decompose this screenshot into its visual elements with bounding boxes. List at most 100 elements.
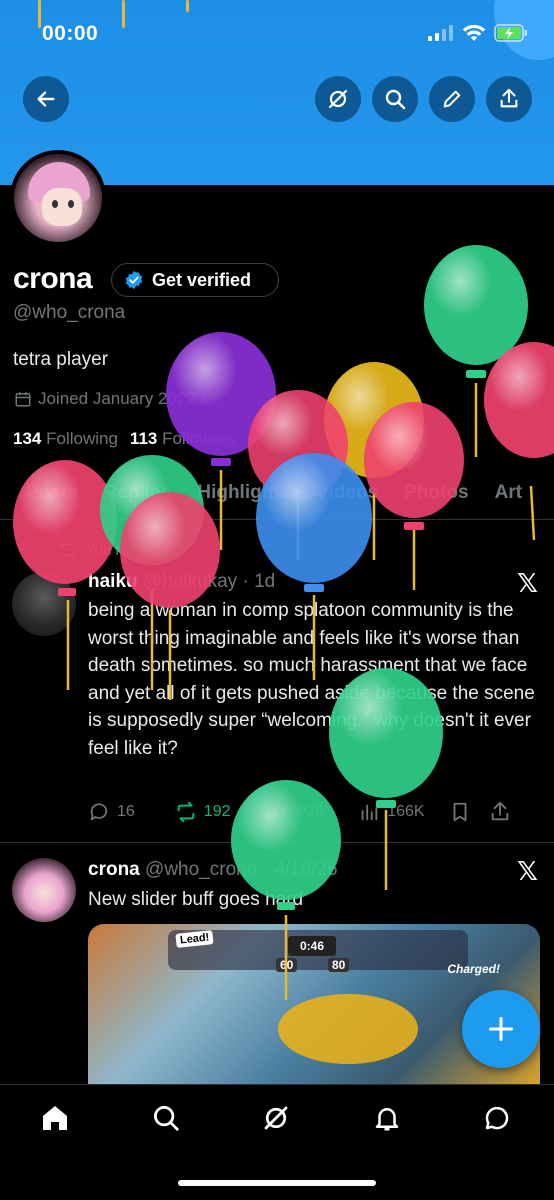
balloon-green bbox=[424, 245, 528, 457]
post-author-name[interactable]: crona bbox=[88, 859, 140, 880]
grok-icon bbox=[328, 89, 348, 109]
view-count: 166K bbox=[387, 803, 425, 820]
post-author-handle[interactable]: @who_crona bbox=[145, 859, 257, 880]
repost-indicator: You reposted bbox=[58, 541, 174, 559]
repost-icon bbox=[60, 541, 74, 559]
profile-avatar[interactable] bbox=[10, 150, 106, 246]
tab-videos[interactable]: Videos bbox=[316, 470, 378, 519]
verified-badge-icon bbox=[125, 270, 143, 290]
post-time: · 4/19/26 bbox=[262, 859, 338, 880]
nav-search[interactable] bbox=[149, 1101, 183, 1135]
joined-date: Joined January 2022 › bbox=[14, 389, 208, 409]
home-indicator bbox=[178, 1180, 376, 1186]
nav-grok[interactable] bbox=[259, 1101, 293, 1135]
post-actions: 16 192 926 166K bbox=[88, 798, 540, 826]
back-button[interactable] bbox=[23, 76, 69, 122]
share-icon bbox=[491, 801, 508, 821]
share-icon bbox=[500, 88, 518, 108]
avatar-eye bbox=[52, 200, 58, 208]
wifi-icon bbox=[462, 24, 486, 41]
nav-messages[interactable] bbox=[480, 1101, 514, 1135]
game-timer: 0:46 bbox=[288, 936, 336, 956]
repost-button[interactable]: 192 bbox=[175, 801, 231, 823]
tab-posts[interactable]: Posts bbox=[26, 470, 78, 519]
following-label: Following bbox=[46, 429, 118, 448]
views-button[interactable]: 166K bbox=[358, 801, 425, 823]
balloon-string-decoration bbox=[186, 0, 189, 12]
followers-count: 113 bbox=[129, 429, 158, 448]
status-icons bbox=[428, 24, 528, 42]
reply-icon bbox=[90, 803, 108, 821]
post-author-handle[interactable]: @haikukay bbox=[143, 571, 237, 592]
follow-stats: 134 Following 113 Followers bbox=[13, 429, 235, 449]
tab-photos[interactable]: Photos bbox=[404, 470, 468, 519]
signal-icon bbox=[428, 25, 453, 41]
home-icon bbox=[43, 1106, 67, 1130]
score-left: 60 bbox=[276, 958, 298, 972]
post-text: being a woman in comp splatoon community… bbox=[88, 600, 535, 759]
tab-highlights[interactable]: Highlights bbox=[197, 470, 290, 519]
bookmark-button[interactable] bbox=[449, 801, 471, 823]
followers-link[interactable]: 113 Followers bbox=[130, 429, 235, 449]
post-header: crona @who_crona · 4/19/26 bbox=[88, 859, 338, 881]
post-time: · 1d bbox=[242, 571, 276, 592]
get-verified-label: Get verified bbox=[152, 269, 252, 290]
profile-bio: tetra player bbox=[13, 349, 109, 370]
reply-count: 16 bbox=[117, 803, 135, 820]
arrow-left-icon bbox=[37, 91, 55, 107]
following-count: 134 bbox=[13, 429, 42, 448]
share-button[interactable] bbox=[486, 76, 532, 122]
joined-label: Joined January 2022 bbox=[38, 389, 196, 408]
post-author-name[interactable]: haiku bbox=[88, 571, 138, 592]
like-button[interactable]: 926 bbox=[269, 801, 325, 823]
post-share-button[interactable] bbox=[489, 801, 511, 823]
plus-icon bbox=[488, 1016, 514, 1042]
tab-art[interactable]: Art bbox=[495, 470, 522, 519]
balloon-yellow bbox=[324, 362, 424, 560]
edit-button[interactable] bbox=[429, 76, 475, 122]
followers-label: Followers bbox=[162, 429, 235, 448]
post-divider bbox=[0, 842, 554, 843]
x-logo-icon: 𝕏 bbox=[517, 568, 538, 598]
repost-icon bbox=[177, 801, 195, 823]
nav-home[interactable] bbox=[38, 1101, 72, 1135]
post-avatar[interactable] bbox=[12, 572, 76, 636]
edit-icon bbox=[443, 90, 461, 108]
post-text: New slider buff goes hard bbox=[88, 889, 304, 910]
avatar-face bbox=[42, 188, 82, 226]
heart-icon bbox=[272, 805, 287, 820]
repost-count: 192 bbox=[203, 803, 231, 820]
grok-icon bbox=[264, 1106, 288, 1130]
views-chart-icon bbox=[361, 804, 378, 821]
grok-button[interactable] bbox=[315, 76, 361, 122]
search-icon bbox=[154, 1106, 179, 1131]
nav-notifications[interactable] bbox=[370, 1101, 404, 1135]
profile-tabs: Posts Replies Highlights Videos Photos A… bbox=[0, 470, 554, 520]
post-avatar[interactable] bbox=[12, 858, 76, 922]
status-bar: 00:00 bbox=[0, 18, 554, 54]
battery-charging-icon bbox=[494, 24, 527, 42]
following-link[interactable]: 134 Following bbox=[13, 429, 118, 449]
post-header: haiku @haikukay · 1d bbox=[88, 571, 275, 593]
profile-name: crona bbox=[13, 262, 93, 295]
x-logo-icon: 𝕏 bbox=[517, 856, 538, 886]
search-button[interactable] bbox=[372, 76, 418, 122]
get-verified-button[interactable]: Get verified bbox=[111, 263, 279, 297]
bell-icon bbox=[375, 1108, 399, 1131]
bookmark-icon bbox=[453, 802, 466, 822]
score-right: 80 bbox=[328, 958, 350, 972]
chevron-right-icon: › bbox=[201, 389, 208, 408]
profile-handle: @who_crona bbox=[13, 302, 126, 323]
reply-button[interactable]: 16 bbox=[88, 801, 135, 823]
calendar-icon bbox=[15, 392, 31, 407]
avatar-eye bbox=[68, 200, 74, 208]
like-count: 926 bbox=[297, 803, 325, 820]
status-time: 00:00 bbox=[42, 22, 99, 45]
compose-post-button[interactable] bbox=[462, 990, 540, 1068]
ink-splat bbox=[278, 994, 418, 1064]
charged-tag: Charged! bbox=[447, 962, 500, 976]
search-icon bbox=[385, 89, 406, 110]
tab-replies[interactable]: Replies bbox=[104, 470, 172, 519]
repost-label: You reposted bbox=[86, 541, 174, 559]
messages-icon bbox=[485, 1106, 509, 1130]
